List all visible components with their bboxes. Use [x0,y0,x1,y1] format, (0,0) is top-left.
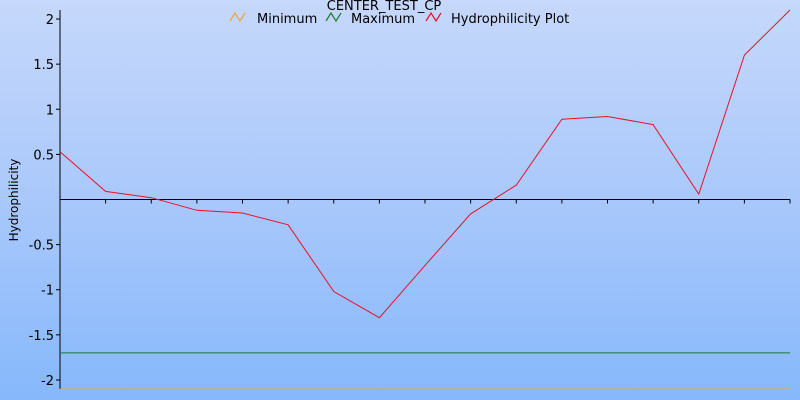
legend-label-minimum: Minimum [257,12,317,27]
y-tick-label: 2 [46,13,54,28]
legend-line-icon [229,11,246,23]
y-tick-label: 1 [46,103,54,118]
legend-item-minimum[interactable]: Minimum [229,11,317,27]
y-tick-label: -2 [41,374,54,389]
series-line-hydrophilicity-plot [59,9,791,319]
legend-label-hydrophilicity: Hydrophilicity Plot [451,12,569,27]
legend-line-icon [425,11,442,23]
y-tick-label: -1.5 [29,329,54,344]
legend-item-hydrophilicity-plot[interactable]: Hydrophilicity Plot [425,11,569,27]
y-tick-label: -0.5 [29,239,54,254]
y-tick-label: 1.5 [33,58,54,73]
legend-label-maximum: Maximum [351,12,415,27]
legend-line-icon [325,11,342,23]
y-axis-label: Hydrophilicity [7,159,21,242]
hydrophilicity-chart: CENTER_TEST_CP Minimum Maximum Hydrophil… [7,0,791,390]
y-axis: 2 1.5 1 0.5 -0.5 -1 -1.5 -2 [29,10,61,389]
legend-item-maximum[interactable]: Maximum [325,11,415,27]
y-tick-label: -1 [41,284,54,299]
legend: Minimum Maximum Hydrophilicity Plot [229,11,569,27]
y-tick-label: 0.5 [33,148,54,163]
